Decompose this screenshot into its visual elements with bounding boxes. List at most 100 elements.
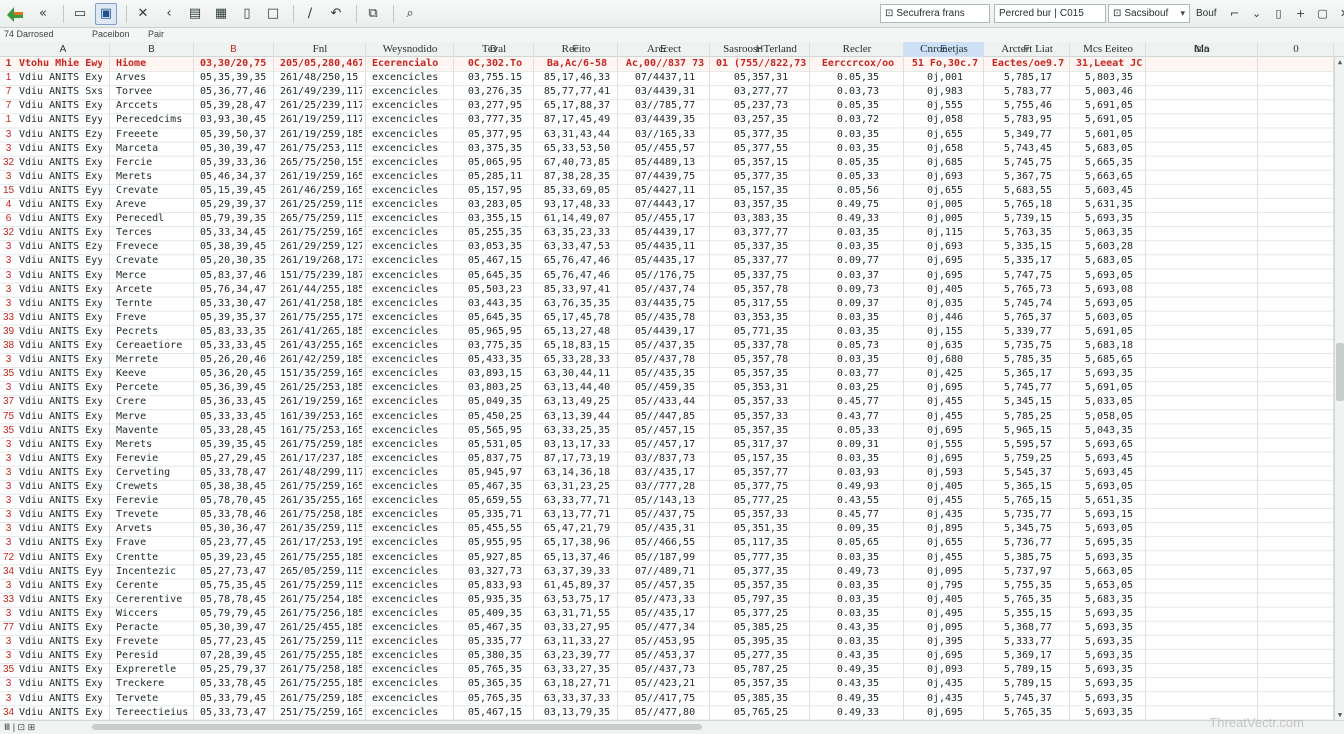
row-number[interactable]: 7 (0, 85, 17, 99)
table-cell[interactable]: 5,683,18 (1076, 339, 1142, 353)
table-cell[interactable]: 0j,983 (910, 85, 980, 99)
table-cell[interactable]: excencicles (372, 226, 450, 240)
table-cell[interactable]: 05,531,05 (460, 438, 530, 452)
table-cell[interactable]: 63,23,39,77 (540, 649, 614, 663)
table-cell[interactable]: 0j,155 (910, 325, 980, 339)
table-cell[interactable]: 5,785,25 (990, 410, 1066, 424)
table-cell[interactable]: 05,25,79,37 (200, 663, 270, 677)
table-cell[interactable]: 05,75,35,45 (200, 579, 270, 593)
table-cell[interactable]: 5,665,35 (1076, 156, 1142, 170)
table-cell[interactable]: 05,645,35 (460, 269, 530, 283)
table-cell[interactable]: 0j,405 (910, 593, 980, 607)
column-title[interactable]: 0 (1258, 42, 1334, 57)
table-cell[interactable]: 03/4439,35 (624, 113, 706, 127)
table-cell[interactable]: 5,765,18 (990, 198, 1066, 212)
table-cell[interactable]: 5,785,35 (990, 353, 1066, 367)
table-cell[interactable]: excencicles (372, 621, 450, 635)
table-cell[interactable]: 5,765,37 (990, 311, 1066, 325)
table-cell[interactable]: 261/35/255,165 (280, 494, 362, 508)
table-cell[interactable]: 0.43,35 (816, 621, 900, 635)
table-cell[interactable]: 65,13,37,46 (540, 551, 614, 565)
save-icon[interactable]: ▭ (69, 3, 91, 25)
table-cell[interactable]: Freve (116, 311, 190, 325)
table-cell[interactable]: 0.03,35 (816, 240, 900, 254)
table-cell[interactable]: 0j,435 (910, 677, 980, 691)
table-cell[interactable]: 5,693,35 (1076, 367, 1142, 381)
table-cell[interactable]: 05,765,35 (460, 663, 530, 677)
table-cell[interactable]: excencicles (372, 692, 450, 706)
table-cell[interactable]: 0j,695 (910, 649, 980, 663)
table-cell[interactable]: 0.03,35 (816, 142, 900, 156)
table-cell[interactable]: Tereectieius (116, 706, 190, 720)
table-cell[interactable]: Vdiu ANITS Exy3 (19, 593, 102, 607)
table-cell[interactable]: excencicles (372, 649, 450, 663)
table-cell[interactable]: 261/75/259,165 (280, 480, 362, 494)
table-row[interactable]: 3 Vdiu ANITS Exyd Crewets 05,38,38,45 261/75… (0, 480, 1334, 494)
table-cell[interactable]: 5,736,77 (990, 536, 1066, 550)
table-cell[interactable]: 03,353,35 (716, 311, 806, 325)
table-cell[interactable]: 261/75/258,185 (280, 508, 362, 522)
table-cell[interactable]: 05/4439,17 (624, 325, 706, 339)
table-cell[interactable]: excencicles (372, 381, 450, 395)
table-cell[interactable]: Vdiu ANITS Exyd (19, 353, 102, 367)
table-cell[interactable]: 85,17,46,33 (540, 71, 614, 85)
table-cell[interactable]: 63,53,75,17 (540, 593, 614, 607)
table-cell[interactable]: Fercie (116, 156, 190, 170)
table-cell[interactable]: 05,377,35 (716, 170, 806, 184)
table-cell[interactable]: 5,365,15 (990, 480, 1066, 494)
table-cell[interactable]: 63,33,47,53 (540, 240, 614, 254)
table-cell[interactable]: 05,36,39,45 (200, 381, 270, 395)
table-cell[interactable]: 05,467,15 (460, 706, 530, 720)
table-cell[interactable]: 0j,635 (910, 339, 980, 353)
undo-icon[interactable]: ‹ (158, 3, 180, 25)
table-cell[interactable]: 0.43,77 (816, 410, 900, 424)
table-cell[interactable]: 05,83,37,46 (200, 269, 270, 283)
table-row[interactable]: 3 Vdiu ANITS Exyd Cerveting 05,33,78,47 261/… (0, 466, 1334, 480)
table-row[interactable]: 3 Vdiu ANITS Eyyl Crevate 05,20,30,35 261/19… (0, 254, 1334, 268)
table-cell[interactable]: 05//477,80 (624, 706, 706, 720)
table-cell[interactable]: excencicles (372, 142, 450, 156)
table-cell[interactable]: 0C,302.To (460, 57, 530, 71)
table-cell[interactable]: excencicles (372, 480, 450, 494)
table-cell[interactable]: 5,385,75 (990, 551, 1066, 565)
table-cell[interactable]: 67,40,73,85 (540, 156, 614, 170)
table-cell[interactable]: 5,355,15 (990, 607, 1066, 621)
table-cell[interactable]: 05//455,17 (624, 212, 706, 226)
table-cell[interactable]: 03,383,35 (716, 212, 806, 226)
table-cell[interactable]: Vdiu ANITS Exyl (19, 99, 102, 113)
table-cell[interactable]: 03,257,35 (716, 113, 806, 127)
column-title[interactable]: Sasroosr Terland (710, 42, 810, 57)
table-cell[interactable]: 05//417,75 (624, 692, 706, 706)
table-cell[interactable]: 05//423,21 (624, 677, 706, 691)
table-cell[interactable]: 0.03,35 (816, 579, 900, 593)
table-cell[interactable]: excencicles (372, 593, 450, 607)
table-cell[interactable]: 5,603,05 (1076, 311, 1142, 325)
table-cell[interactable]: excencicles (372, 635, 450, 649)
table-cell[interactable]: 05,27,29,45 (200, 452, 270, 466)
table-row[interactable]: 7 Vdiu ANITS Sxs3 Torvee 05,36,77,46 261/49/… (0, 85, 1334, 99)
table-cell[interactable]: 5,033,05 (1076, 395, 1142, 409)
table-cell[interactable]: 05,357,35 (716, 367, 806, 381)
row-number[interactable]: 3 (0, 128, 17, 142)
column-title[interactable]: Fnl (274, 42, 366, 57)
column-title[interactable] (110, 42, 194, 57)
table-row[interactable]: 3 Vdiu ANITS Exyd Merrete 05,26,20,46 261/42… (0, 353, 1334, 367)
row-number[interactable]: 3 (0, 579, 17, 593)
table-cell[interactable]: 05//447,85 (624, 410, 706, 424)
table-cell[interactable]: 05,455,55 (460, 522, 530, 536)
table-cell[interactable]: 0.49,35 (816, 663, 900, 677)
panel-icon[interactable]: ▯ (1271, 6, 1287, 22)
table-row[interactable]: 3 Vdiu ANITS Exyd Treckere 05,33,78,45 261/7… (0, 677, 1334, 691)
table-cell[interactable]: 05,765,35 (460, 692, 530, 706)
table-cell[interactable]: 05,777,25 (716, 494, 806, 508)
table-row[interactable]: 33 Vdiu ANITS Exy3 Cererentive 05,78,78,45 2… (0, 593, 1334, 607)
table-cell[interactable]: 0j,455 (910, 494, 980, 508)
table-cell[interactable]: Vdiu ANITS Exye (19, 325, 102, 339)
table-cell[interactable]: excencicles (372, 240, 450, 254)
table-cell[interactable]: 65,18,83,15 (540, 339, 614, 353)
table-cell[interactable]: 261/75/254,185 (280, 593, 362, 607)
table-cell[interactable]: 261/35/259,115 (280, 522, 362, 536)
table-cell[interactable]: 5,601,05 (1076, 128, 1142, 142)
table-cell[interactable]: 205/05,280,467 (280, 57, 362, 71)
table-cell[interactable]: 5,739,15 (990, 212, 1066, 226)
